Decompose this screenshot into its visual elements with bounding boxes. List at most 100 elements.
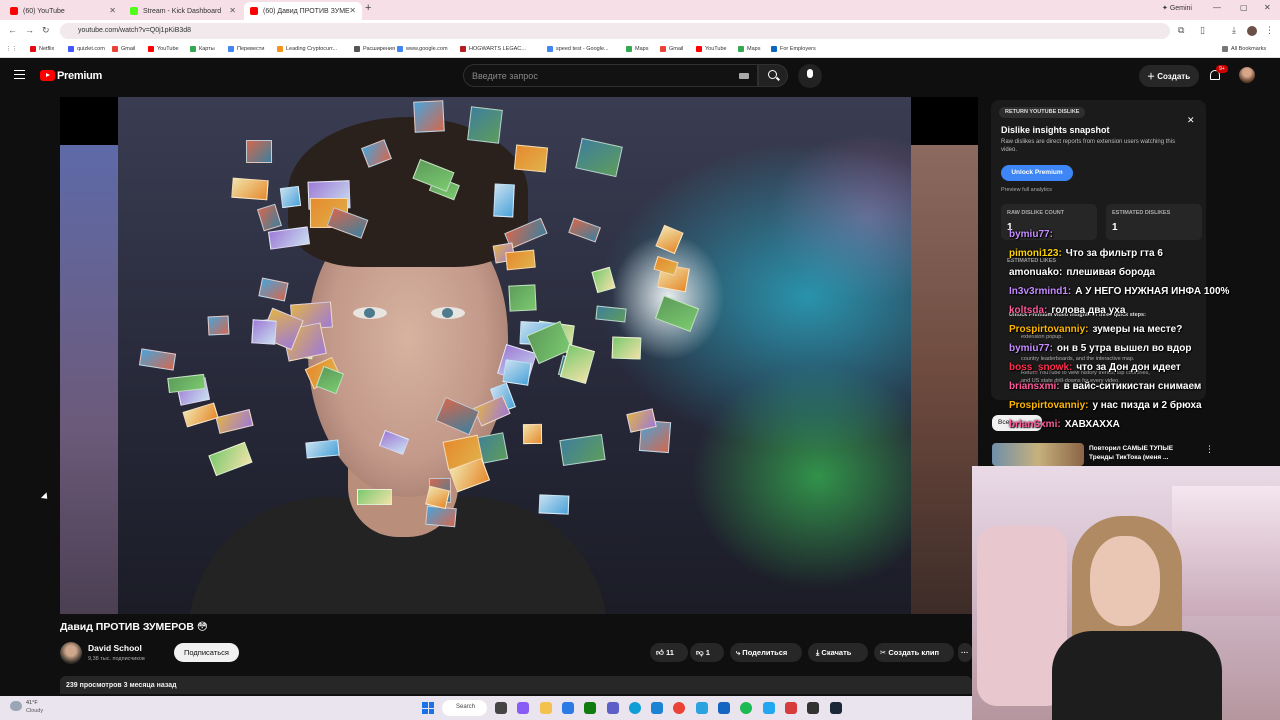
download-button[interactable]: ⤓ Скачать bbox=[808, 643, 868, 662]
download-icon[interactable]: ⤓ bbox=[1232, 25, 1236, 36]
image-tile bbox=[591, 266, 616, 294]
forward-icon[interactable]: → bbox=[25, 25, 34, 35]
browser-tab-active[interactable]: (60) Давид ПРОТИВ ЗУМЕ ✕ bbox=[244, 2, 362, 20]
browser-tab[interactable]: Stream - Kick Dashboard ✕ bbox=[124, 2, 242, 20]
minimize-icon[interactable]: — bbox=[1213, 3, 1221, 12]
tab-title: Stream - Kick Dashboard bbox=[143, 7, 222, 15]
xbox-icon[interactable] bbox=[584, 702, 597, 714]
task-view-icon[interactable] bbox=[495, 702, 507, 714]
close-tab-icon[interactable]: ✕ bbox=[229, 6, 236, 15]
mail-icon[interactable] bbox=[718, 702, 730, 714]
preview-analytics-link[interactable]: Preview full analytics bbox=[1001, 187, 1052, 193]
bookmark-item[interactable]: speed test - Google... bbox=[547, 46, 609, 52]
chrome-icon[interactable] bbox=[673, 702, 686, 714]
chat-text: голова два уха bbox=[1051, 305, 1126, 316]
bookmark-item[interactable]: Перевести bbox=[228, 46, 264, 52]
close-tab-icon[interactable]: ✕ bbox=[349, 6, 356, 15]
all-bookmarks-link[interactable]: All Bookmarks bbox=[1222, 46, 1266, 52]
recommendation-title[interactable]: Повторил САМЫЕ ТУПЫЕ Тренды ТикТока (мен… bbox=[1089, 444, 1189, 462]
bookmark-item[interactable]: quizlet.com bbox=[68, 46, 105, 52]
app-icon[interactable] bbox=[784, 702, 797, 714]
new-tab-icon[interactable]: + bbox=[365, 2, 371, 14]
profile-icon[interactable] bbox=[1247, 26, 1257, 36]
bookmark-item[interactable]: Расширения bbox=[354, 46, 395, 52]
estimated-dislike-card: ESTIMATED DISLIKES 1 bbox=[1106, 204, 1202, 240]
obs-icon[interactable] bbox=[807, 702, 820, 714]
share-button[interactable]: ⤷ Поделиться bbox=[730, 643, 802, 662]
channel-avatar[interactable] bbox=[60, 642, 82, 664]
browser-tab[interactable]: (60) YouTube ✕ bbox=[4, 2, 122, 20]
bookmark-favicon-icon bbox=[397, 46, 403, 52]
bookmark-item[interactable]: YouTube bbox=[696, 46, 727, 52]
windows-start-icon[interactable] bbox=[422, 702, 434, 714]
extensions-icon[interactable]: ⧉ bbox=[1178, 25, 1184, 36]
search-button[interactable] bbox=[758, 64, 788, 87]
hamburger-menu-icon[interactable] bbox=[14, 70, 25, 79]
back-icon[interactable]: ← bbox=[8, 25, 17, 35]
unlock-premium-button[interactable]: Unlock Premium bbox=[1001, 165, 1073, 181]
cloud-icon[interactable] bbox=[10, 701, 22, 711]
close-window-icon[interactable]: ✕ bbox=[1264, 3, 1271, 12]
weather-temperature[interactable]: 41°F bbox=[26, 700, 38, 706]
create-button[interactable]: ＋ Создать bbox=[1139, 65, 1199, 87]
sidepanel-icon[interactable]: ▯ bbox=[1200, 25, 1205, 36]
account-avatar[interactable] bbox=[1239, 67, 1255, 83]
youtube-logo-icon[interactable] bbox=[40, 70, 55, 81]
teams-icon[interactable] bbox=[606, 702, 619, 714]
maximize-icon[interactable]: ▢ bbox=[1240, 3, 1248, 12]
bookmark-item[interactable]: Gmail bbox=[112, 46, 135, 52]
file-explorer-icon[interactable] bbox=[539, 702, 552, 714]
recommendation-more-icon[interactable]: ⋮ bbox=[1205, 444, 1214, 455]
kebab-menu-icon[interactable]: ⋮ bbox=[1265, 25, 1274, 36]
dislike-button[interactable]: 👎︎ 1 bbox=[690, 643, 724, 662]
bookmark-item[interactable]: HOGWARTS LEGAC... bbox=[460, 46, 526, 52]
chat-username: briansxmi: bbox=[1009, 381, 1060, 392]
bookmark-item[interactable]: www.google.com bbox=[397, 46, 448, 52]
like-button[interactable]: 👍︎ 11 bbox=[650, 643, 688, 662]
bookmark-label: speed test - Google... bbox=[556, 46, 609, 52]
reload-icon[interactable]: ↻ bbox=[42, 25, 50, 36]
keyboard-icon[interactable] bbox=[739, 73, 749, 79]
chat-message: boss_snowk: что за Дон дон идеет bbox=[1009, 362, 1181, 373]
steam-icon[interactable] bbox=[829, 702, 842, 714]
bookmark-item[interactable]: Maps bbox=[738, 46, 760, 52]
weather-description[interactable]: Cloudy bbox=[26, 708, 43, 714]
bookmark-item[interactable]: Leading Cryptocurr... bbox=[277, 46, 337, 52]
image-tile bbox=[246, 139, 273, 163]
bookmark-item[interactable]: Карты bbox=[190, 46, 215, 52]
image-tile bbox=[251, 319, 278, 346]
kick-favicon-icon bbox=[130, 7, 138, 15]
image-tile bbox=[505, 249, 536, 271]
search-input[interactable]: Введите запрос bbox=[463, 64, 758, 87]
recommendation-thumbnail[interactable] bbox=[992, 443, 1084, 466]
chat-message: brianSxmi: ХАВХАХХА bbox=[1009, 419, 1120, 430]
apps-icon[interactable]: ⋮⋮ bbox=[6, 46, 17, 52]
copilot-icon[interactable] bbox=[517, 702, 530, 714]
voice-search-button[interactable] bbox=[798, 64, 822, 88]
address-bar[interactable]: youtube.com/watch?v=Q0j1pKiB3d8 bbox=[60, 23, 1170, 39]
bookmark-item[interactable]: For Employers bbox=[771, 46, 816, 52]
clip-button[interactable]: ✂ Создать клип bbox=[874, 643, 954, 662]
gemini-button[interactable]: ✦ Gemini bbox=[1162, 4, 1192, 12]
views-and-date[interactable]: 239 просмотров 3 месяца назад bbox=[60, 676, 972, 694]
store-icon[interactable] bbox=[651, 702, 664, 714]
vscode-icon[interactable] bbox=[762, 702, 775, 714]
close-icon[interactable]: ✕ bbox=[1187, 115, 1195, 126]
close-tab-icon[interactable]: ✕ bbox=[109, 6, 116, 15]
bookmark-label: YouTube bbox=[157, 46, 179, 52]
edge-icon[interactable] bbox=[628, 702, 641, 714]
bookmark-item[interactable]: Gmail bbox=[660, 46, 683, 52]
bookmark-favicon-icon bbox=[354, 46, 360, 52]
bookmark-item[interactable]: Maps bbox=[626, 46, 648, 52]
bookmark-item[interactable]: Netflix bbox=[30, 46, 54, 52]
subscribe-button[interactable]: Подписаться bbox=[174, 643, 239, 662]
taskbar-search[interactable]: Search bbox=[442, 700, 487, 716]
telegram-icon[interactable] bbox=[695, 702, 708, 714]
video-player[interactable] bbox=[60, 97, 978, 614]
spotify-icon[interactable] bbox=[740, 702, 753, 714]
youtube-premium-logo-text[interactable]: Premium bbox=[57, 70, 102, 82]
bookmark-item[interactable]: YouTube bbox=[148, 46, 179, 52]
more-actions-button[interactable]: ··· bbox=[958, 643, 972, 662]
photos-icon[interactable] bbox=[561, 702, 574, 714]
channel-name[interactable]: David School bbox=[88, 643, 142, 653]
